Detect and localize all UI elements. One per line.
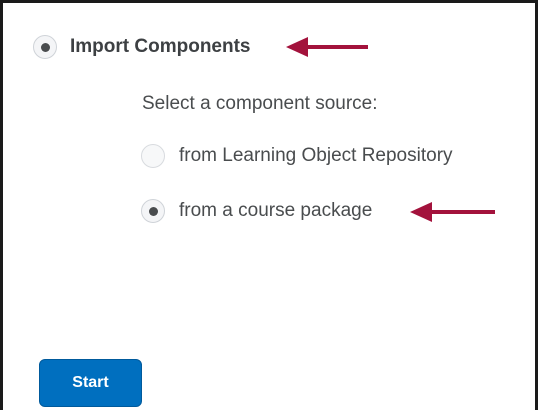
import-panel: Import Components Select a component sou… [0,0,538,410]
source-label-learning-object-repository[interactable]: from Learning Object Repository [179,144,453,168]
annotation-arrow-icon [410,202,495,222]
source-radio-learning-object-repository[interactable] [141,144,165,168]
annotation-arrow-icon [286,37,368,57]
start-button[interactable]: Start [39,359,142,407]
import-components-label[interactable]: Import Components [70,35,251,59]
component-source-prompt: Select a component source: [142,93,378,114]
source-radio-course-package[interactable] [141,199,165,223]
source-label-course-package[interactable]: from a course package [179,199,372,223]
import-components-radio[interactable] [33,35,57,59]
